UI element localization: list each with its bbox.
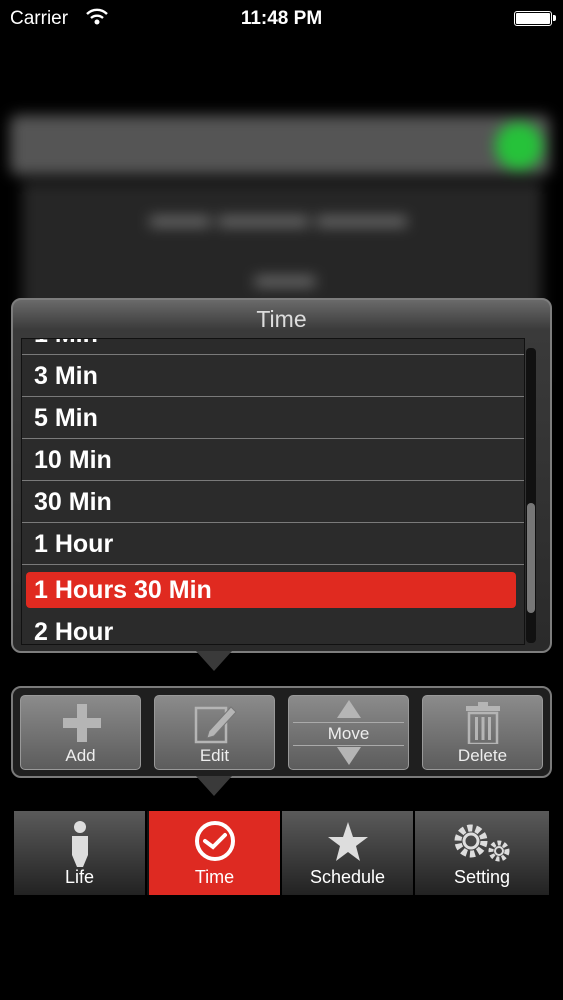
time-picker-popup: Time 1 Min 3 Min 5 Min 10 Min 30 Min 1 H… — [11, 298, 552, 653]
tab-bar: Life Time Schedule Setting — [14, 811, 549, 895]
action-toolbar: Add Edit Move Delete — [11, 686, 552, 778]
picker-title: Time — [256, 306, 307, 332]
list-item[interactable]: 5 Min — [22, 397, 524, 439]
list-item-selected[interactable]: 1 Hours 30 Min — [26, 572, 516, 608]
list-item[interactable]: 30 Min — [22, 481, 524, 523]
edit-label: Edit — [199, 746, 230, 765]
tab-schedule-label: Schedule — [309, 867, 386, 887]
bg-text-blur: ▬▬ ▬▬▬ ▬▬▬ — [150, 200, 407, 233]
plus-icon — [63, 704, 101, 742]
add-label: Add — [65, 746, 96, 765]
tab-time[interactable]: Time — [149, 811, 282, 895]
toolbar-pointer — [196, 776, 232, 796]
delete-button[interactable]: Delete — [422, 695, 543, 770]
tab-life[interactable]: Life — [14, 811, 147, 895]
arrow-down-icon — [337, 747, 361, 765]
bg-header — [10, 115, 550, 175]
list-item[interactable]: 10 Min — [22, 439, 524, 481]
move-button[interactable]: Move — [288, 695, 409, 770]
tab-setting-label: Setting — [453, 867, 511, 887]
list-item[interactable]: 1 Min — [22, 339, 524, 355]
battery-icon — [514, 11, 556, 26]
arrow-up-icon — [337, 700, 361, 718]
gear-icon — [415, 821, 549, 870]
edit-button[interactable]: Edit — [154, 695, 275, 770]
status-bar: Carrier 11:48 PM — [0, 0, 563, 40]
picker-pointer — [196, 651, 232, 671]
add-button[interactable]: Add — [20, 695, 141, 770]
list-item[interactable]: 2 Hour — [22, 611, 524, 644]
list-item[interactable]: 3 Min — [22, 355, 524, 397]
pencil-icon — [194, 706, 237, 744]
time-list[interactable]: 1 Min 3 Min 5 Min 10 Min 30 Min 1 Hour 1… — [21, 338, 525, 645]
delete-label: Delete — [457, 746, 508, 765]
tab-schedule[interactable]: Schedule — [282, 811, 415, 895]
scrollbar[interactable] — [526, 348, 536, 643]
tab-setting[interactable]: Setting — [415, 811, 549, 895]
status-time: 11:48 PM — [240, 8, 323, 29]
move-label: Move — [327, 724, 370, 743]
trash-icon — [466, 702, 500, 744]
person-icon — [14, 821, 145, 872]
bg-status-light — [495, 122, 543, 170]
move-divider — [293, 722, 404, 723]
move-divider — [293, 745, 404, 746]
tab-life-label: Life — [64, 867, 95, 887]
clock-icon — [149, 819, 280, 868]
scrollbar-thumb[interactable] — [527, 503, 535, 613]
star-icon — [282, 821, 413, 868]
tab-time-label: Time — [194, 867, 235, 887]
bg-text-blur: ▬▬ — [255, 260, 315, 293]
list-item[interactable]: 1 Hour — [22, 523, 524, 565]
